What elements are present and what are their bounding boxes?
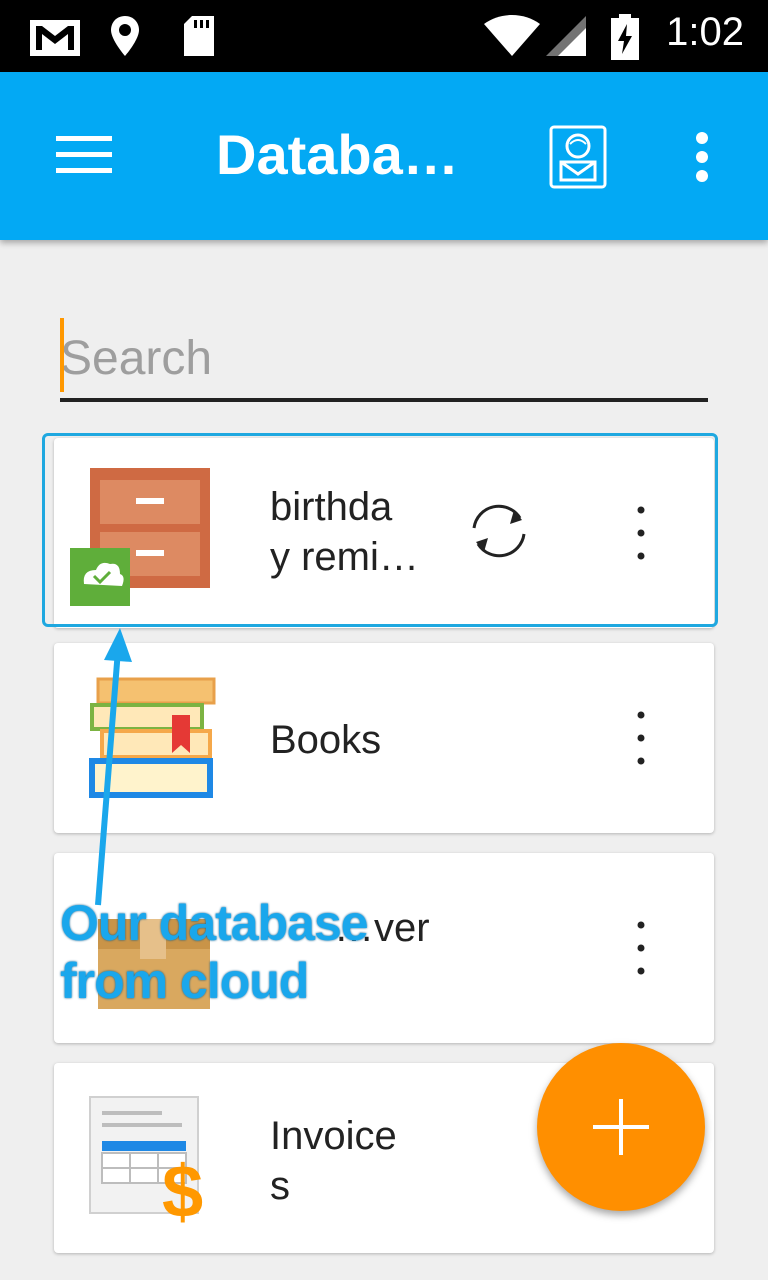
books-icon <box>89 677 216 798</box>
annotation-line2: from cloud <box>60 953 309 1009</box>
signal-icon <box>546 16 586 56</box>
plus-icon <box>593 1099 649 1155</box>
item-menu-icon[interactable] <box>626 913 656 983</box>
status-bar: 1:02 <box>0 0 768 72</box>
page-title: Databas… <box>216 123 486 186</box>
database-card-books[interactable]: Books <box>54 643 714 833</box>
database-name: Books <box>270 718 382 762</box>
app-bar: Databas… <box>0 72 768 240</box>
database-name-line2: s <box>270 1164 290 1208</box>
search-input[interactable] <box>60 328 700 388</box>
svg-text:$: $ <box>162 1150 203 1233</box>
annotation-line1: Our database <box>60 895 369 951</box>
clock: 1:02 <box>666 10 744 54</box>
text-cursor <box>60 318 64 392</box>
wifi-icon <box>484 15 540 56</box>
gmail-icon <box>30 20 80 56</box>
highlight-frame <box>42 433 718 627</box>
database-name: Invoice s <box>270 1111 397 1211</box>
contact-card-icon[interactable] <box>548 124 608 190</box>
item-menu-icon[interactable] <box>626 703 656 773</box>
add-database-button[interactable] <box>537 1043 705 1211</box>
annotation-text: Our database from cloud <box>60 894 369 1010</box>
invoice-icon: $ <box>89 1096 203 1233</box>
search-underline <box>60 398 708 402</box>
overflow-menu-icon[interactable] <box>686 130 718 184</box>
battery-charging-icon <box>611 14 639 60</box>
sd-card-icon <box>184 16 214 56</box>
search-field <box>60 318 708 404</box>
hamburger-menu-icon[interactable] <box>54 130 114 180</box>
database-name-line1: Invoice <box>270 1114 397 1158</box>
location-icon <box>111 16 139 56</box>
